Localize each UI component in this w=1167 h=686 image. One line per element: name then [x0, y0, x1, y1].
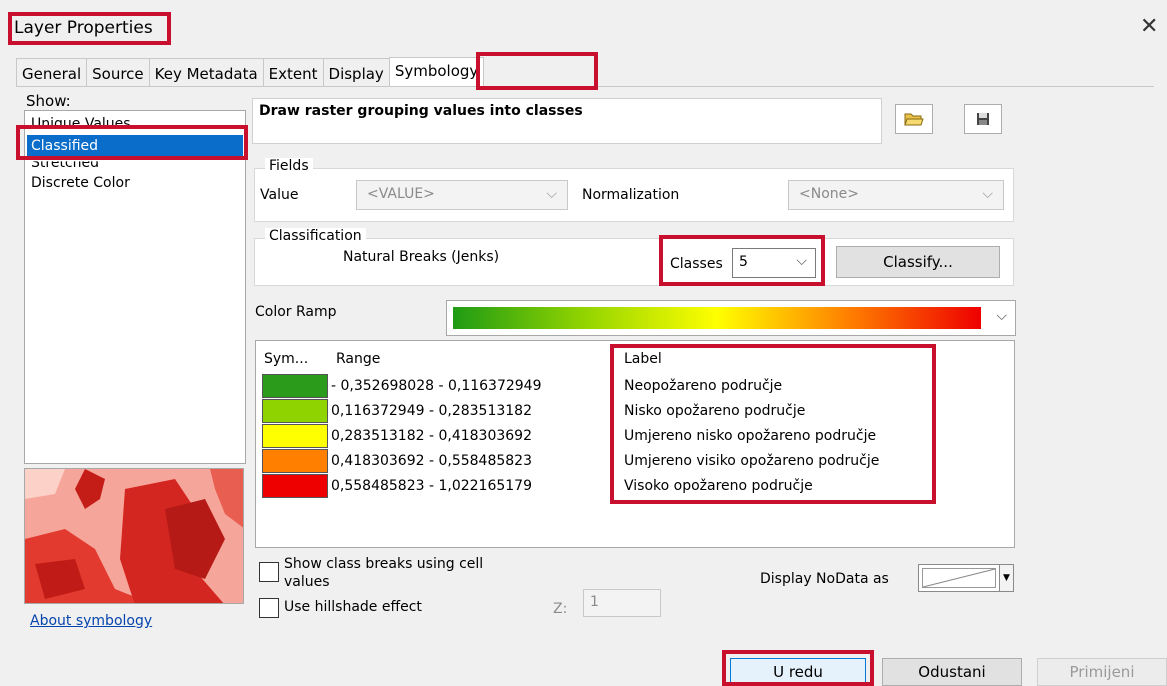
header-symbol[interactable]: Sym...: [264, 351, 308, 367]
close-icon[interactable]: ✕: [1140, 14, 1158, 39]
normalization-label: Normalization: [582, 187, 680, 203]
hillshade-label: Use hillshade effect: [284, 599, 422, 615]
value-field-select[interactable]: <VALUE> ⌵: [356, 180, 568, 210]
show-item-stretched[interactable]: Stretched: [31, 161, 99, 171]
open-folder-icon: [904, 113, 924, 126]
class-range[interactable]: 0,116372949 - 0,283513182: [331, 403, 532, 419]
show-item-classified[interactable]: Classified: [27, 135, 243, 157]
classify-button[interactable]: Classify...: [836, 246, 1000, 278]
open-folder-button[interactable]: [895, 104, 933, 134]
dropdown-arrow-icon: ▼: [999, 565, 1013, 591]
tab-display[interactable]: Display: [322, 58, 390, 86]
tab-extent[interactable]: Extent: [262, 58, 324, 86]
header-range[interactable]: Range: [336, 351, 380, 367]
normalization-select[interactable]: <None> ⌵: [788, 180, 1004, 210]
show-class-breaks-label-line1: Show class breaks using cell: [284, 556, 484, 572]
apply-button[interactable]: Primijeni: [1037, 658, 1167, 686]
classification-method: Natural Breaks (Jenks): [343, 249, 500, 265]
class-range[interactable]: - 0,352698028 - 0,116372949: [331, 378, 542, 394]
tab-symbology[interactable]: Symbology: [388, 57, 485, 86]
nodata-label: Display NoData as: [760, 571, 889, 587]
show-list: Unique Values Classified Stretched Discr…: [24, 110, 246, 464]
class-swatch[interactable]: [262, 399, 328, 423]
show-class-breaks-label: Show class breaks using cell values: [284, 555, 483, 591]
header-label[interactable]: Label: [624, 351, 662, 367]
z-factor-label: Z:: [553, 601, 568, 617]
show-item-unique-values[interactable]: Unique Values: [31, 116, 131, 126]
color-ramp-gradient: [453, 307, 981, 329]
fields-legend: Fields: [265, 158, 313, 174]
about-symbology-link[interactable]: About symbology: [30, 613, 152, 629]
value-field-selected: <VALUE>: [367, 186, 435, 202]
window-title: Layer Properties: [14, 18, 153, 38]
chevron-down-icon: ⌵: [796, 253, 807, 269]
class-swatch[interactable]: [262, 474, 328, 498]
show-label: Show:: [26, 92, 71, 110]
save-layer-button[interactable]: [964, 104, 1002, 134]
save-icon: [977, 113, 989, 125]
classes-value: 5: [739, 254, 748, 270]
class-range[interactable]: 0,283513182 - 0,418303692: [331, 428, 532, 444]
class-label[interactable]: Umjereno nisko opožareno područje: [624, 428, 876, 444]
show-item-discrete-color[interactable]: Discrete Color: [31, 175, 130, 191]
class-label[interactable]: Visoko opožareno područje: [624, 478, 813, 494]
tab-key-metadata[interactable]: Key Metadata: [148, 58, 264, 86]
class-label[interactable]: Neopožareno područje: [624, 378, 782, 394]
highlight-symbology-tab: [476, 52, 598, 90]
color-ramp-select[interactable]: ⌵: [446, 300, 1016, 336]
class-range[interactable]: 0,418303692 - 0,558485823: [331, 453, 532, 469]
symbol-class-table: Sym... Range Label - 0,352698028 - 0,116…: [255, 340, 1015, 548]
nodata-color-picker[interactable]: ▼: [918, 564, 1014, 592]
class-label[interactable]: Nisko opožareno područje: [624, 403, 805, 419]
class-range[interactable]: 0,558485823 - 1,022165179: [331, 478, 532, 494]
tab-source[interactable]: Source: [86, 58, 150, 86]
ok-button[interactable]: U redu: [730, 658, 866, 686]
chevron-down-icon: ⌵: [546, 186, 557, 202]
class-label[interactable]: Umjereno visiko opožareno područje: [624, 453, 879, 469]
cancel-button[interactable]: Odustani: [882, 658, 1022, 686]
show-class-breaks-label-line2: values: [284, 574, 330, 590]
classes-select[interactable]: 5 ⌵: [732, 248, 816, 278]
renderer-description: Draw raster grouping values into classes: [252, 98, 882, 144]
symbology-preview-image: [24, 468, 244, 604]
tab-general[interactable]: General: [16, 58, 88, 86]
color-ramp-label: Color Ramp: [255, 304, 337, 320]
tab-bar: General Source Key Metadata Extent Displ…: [16, 56, 485, 86]
tab-divider: [16, 86, 1154, 87]
classification-legend: Classification: [265, 228, 366, 244]
show-class-breaks-checkbox[interactable]: [259, 562, 279, 582]
chevron-down-icon: ⌵: [996, 308, 1007, 324]
classes-label: Classes: [670, 256, 723, 272]
z-factor-input[interactable]: 1: [583, 589, 661, 617]
class-swatch[interactable]: [262, 424, 328, 448]
hillshade-checkbox[interactable]: [259, 598, 279, 618]
class-swatch[interactable]: [262, 374, 328, 398]
value-label: Value: [260, 187, 299, 203]
class-swatch[interactable]: [262, 449, 328, 473]
normalization-selected: <None>: [799, 186, 859, 202]
chevron-down-icon: ⌵: [982, 186, 993, 202]
